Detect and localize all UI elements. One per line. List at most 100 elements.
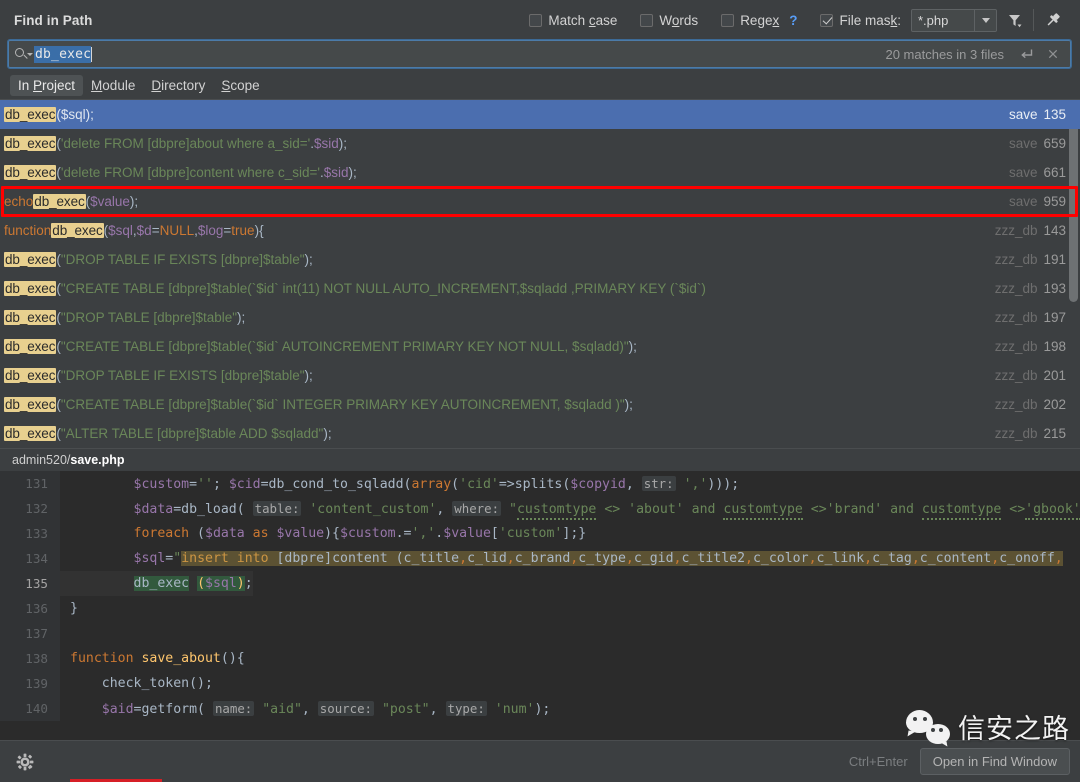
result-row-code: db_exec( "ALTER TABLE [dbpre]$table ADD … — [4, 426, 332, 441]
match-highlight: db_exec — [51, 223, 104, 238]
page-title: Find in Path — [14, 12, 93, 28]
line-number: 133 — [0, 521, 60, 546]
shortcut-hint: Ctrl+Enter — [848, 754, 908, 769]
result-row-code: function db_exec( $sql, $d = NULL , $log =… — [4, 223, 264, 238]
result-row-meta: zzz_db 202 — [980, 390, 1066, 419]
tab-scope[interactable]: Scope — [213, 75, 267, 96]
result-line-number: 659 — [1043, 136, 1066, 151]
tab-directory[interactable]: Directory — [143, 75, 213, 96]
search-input[interactable]: db_exec 20 matches in 3 files — [7, 39, 1072, 69]
table-row[interactable]: db_exec( "ALTER TABLE [dbpre]$table ADD … — [0, 419, 1080, 448]
match-count-label: 20 matches in 3 files — [885, 46, 1004, 62]
preview-file-path[interactable]: admin520/save.php — [0, 448, 1080, 471]
clear-search-button[interactable] — [1040, 43, 1066, 65]
code-text: $data=db_load( table: 'content_custom', … — [60, 496, 1080, 522]
result-file-name: zzz_db — [994, 368, 1038, 383]
code-preview-panel: admin520/save.php 131 $custom=''; $cid=d… — [0, 448, 1080, 740]
search-row: db_exec 20 matches in 3 files — [0, 39, 1080, 71]
search-results-list[interactable]: db_exec ($sql); save 135 db_exec('delete FR… — [0, 99, 1080, 448]
text-caret — [91, 46, 93, 62]
result-file-name: zzz_db — [994, 223, 1038, 238]
code-line[interactable]: 132 $data=db_load( table: 'content_custo… — [0, 496, 1080, 521]
match-highlight: db_exec — [4, 281, 57, 296]
result-line-number: 201 — [1043, 368, 1066, 383]
table-row[interactable]: db_exec('delete FROM [dbpre]content wher… — [0, 158, 1080, 187]
table-row[interactable]: db_exec( "DROP TABLE IF EXISTS [dbpre]$t… — [0, 245, 1080, 274]
result-row-code: db_exec( "CREATE TABLE [dbpre]$table(`$i… — [4, 281, 706, 296]
match-case-label: Match case — [548, 12, 618, 28]
result-row-code: db_exec( "DROP TABLE IF EXISTS [dbpre]$t… — [4, 252, 313, 267]
tab-in-project[interactable]: In Project — [10, 74, 84, 96]
file-mask-combobox[interactable]: *.php — [911, 8, 997, 32]
result-row-meta: zzz_db 143 — [980, 216, 1066, 245]
result-line-number: 143 — [1043, 223, 1066, 238]
result-row-code: db_exec ($sql); — [4, 107, 94, 122]
table-row[interactable]: db_exec ($sql); save 135 — [0, 100, 1080, 129]
result-row-code: echo db_exec($value); — [4, 194, 139, 209]
filter-icon — [1008, 14, 1021, 27]
result-file-name: zzz_db — [994, 252, 1038, 267]
regex-checkbox[interactable] — [721, 13, 735, 27]
result-row-code: db_exec( "CREATE TABLE [dbpre]$table(`$i… — [4, 397, 633, 412]
search-status-group: 20 matches in 3 files — [885, 43, 1066, 65]
chevron-down-icon — [981, 17, 990, 23]
option-match-case[interactable]: Match case — [529, 13, 617, 28]
settings-button[interactable] — [14, 751, 36, 773]
code-line[interactable]: 133 foreach ($data as $value){$custom.='… — [0, 521, 1080, 546]
match-case-checkbox[interactable] — [529, 13, 543, 27]
code-line[interactable]: 131 $custom=''; $cid=db_cond_to_sqladd(a… — [0, 471, 1080, 496]
result-file-name: save — [1008, 136, 1038, 151]
line-number: 134 — [0, 546, 60, 571]
table-row[interactable]: db_exec( "CREATE TABLE [dbpre]$table(`$i… — [0, 332, 1080, 361]
table-row[interactable]: db_exec('delete FROM [dbpre]about where … — [0, 129, 1080, 158]
result-row-meta: zzz_db 197 — [980, 303, 1066, 332]
code-line[interactable]: 135 db_exec ($sql); — [0, 571, 1080, 596]
regex-help-icon[interactable]: ? — [789, 13, 797, 28]
result-row-meta: zzz_db 198 — [980, 332, 1066, 361]
code-line[interactable]: 136} — [0, 596, 1080, 621]
result-line-number: 193 — [1043, 281, 1066, 296]
result-line-number: 661 — [1043, 165, 1066, 180]
code-text: $aid=getform( name: "aid", source: "post… — [101, 700, 551, 717]
result-file-name: zzz_db — [994, 281, 1038, 296]
table-row[interactable]: db_exec( "CREATE TABLE [dbpre]$table(`$i… — [0, 390, 1080, 419]
filter-button[interactable] — [997, 5, 1031, 35]
option-file-mask[interactable]: File mask: — [820, 13, 901, 28]
match-highlight: db_exec — [4, 136, 57, 151]
result-file-name: zzz_db — [994, 339, 1038, 354]
code-line[interactable]: 138 function save_about(){ — [0, 646, 1080, 671]
match-highlight: db_exec — [4, 397, 57, 412]
result-row-meta: zzz_db 201 — [980, 361, 1066, 390]
code-line[interactable]: 139 check_token(); — [0, 671, 1080, 696]
code-editor-view[interactable]: 131 $custom=''; $cid=db_cond_to_sqladd(a… — [0, 471, 1080, 740]
table-row[interactable]: db_exec( "DROP TABLE [dbpre]$table" ); zz… — [0, 303, 1080, 332]
file-mask-checkbox[interactable] — [820, 13, 834, 27]
tab-module[interactable]: Module — [83, 75, 143, 96]
result-file-name: zzz_db — [994, 310, 1038, 325]
search-icon[interactable] — [15, 46, 34, 62]
result-row-code: db_exec('delete FROM [dbpre]content wher… — [4, 165, 357, 180]
code-line[interactable]: 134 $sql="insert into [dbpre]content (c_… — [0, 546, 1080, 571]
table-row[interactable]: db_exec( "CREATE TABLE [dbpre]$table(`$i… — [0, 274, 1080, 303]
match-highlight: db_exec — [4, 107, 57, 122]
option-words[interactable]: Words — [640, 13, 698, 28]
preview-file-dir: admin520/ — [12, 453, 71, 467]
result-file-name: zzz_db — [994, 397, 1038, 412]
preview-toggle-button[interactable] — [1014, 43, 1040, 65]
result-row-meta: zzz_db 191 — [980, 245, 1066, 274]
table-row[interactable]: function db_exec( $sql, $d = NULL , $log =… — [0, 216, 1080, 245]
close-icon — [1048, 49, 1058, 59]
scope-tabs: In Project Module Directory Scope — [0, 71, 1080, 99]
search-query-text[interactable]: db_exec — [34, 45, 92, 63]
file-mask-value[interactable]: *.php — [912, 9, 974, 31]
words-checkbox[interactable] — [640, 13, 654, 27]
option-regex[interactable]: Regex ? — [721, 13, 797, 28]
preview-file-name: save.php — [70, 453, 125, 467]
table-row[interactable]: db_exec( "DROP TABLE IF EXISTS [dbpre]$t… — [0, 361, 1080, 390]
open-in-find-window-button[interactable]: Open in Find Window — [919, 748, 1070, 775]
table-row[interactable]: echo db_exec($value); save 959 — [0, 187, 1080, 216]
pin-button[interactable] — [1036, 5, 1070, 35]
code-line[interactable]: 137 — [0, 621, 1080, 646]
code-line[interactable]: 140 $aid=getform( name: "aid", source: "… — [0, 696, 1080, 721]
file-mask-dropdown-button[interactable] — [974, 9, 996, 31]
